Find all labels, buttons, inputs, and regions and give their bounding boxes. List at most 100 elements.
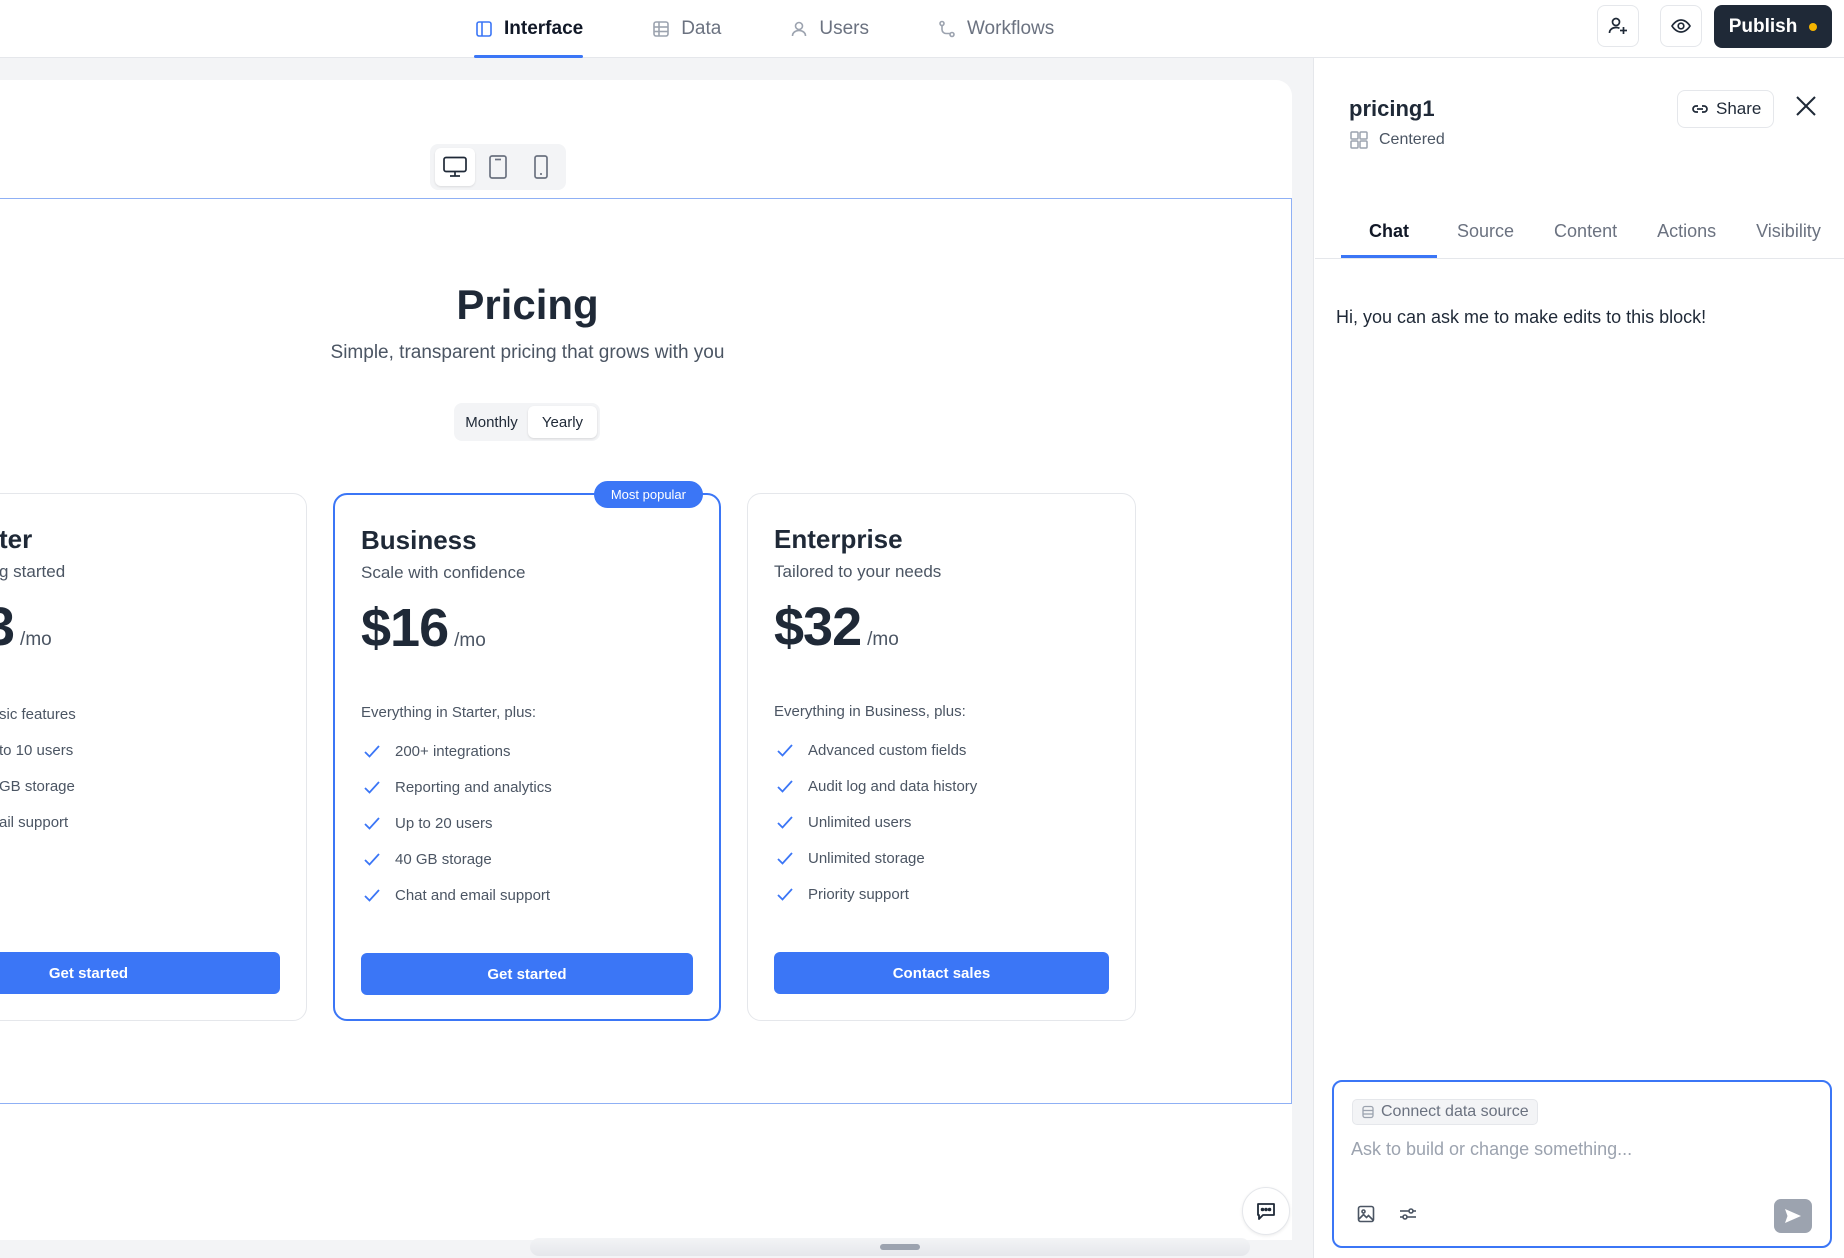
tab-workflows[interactable]: Workflows bbox=[925, 0, 1066, 58]
close-panel-button[interactable] bbox=[1788, 88, 1824, 124]
feature-text: GB storage bbox=[0, 777, 75, 795]
connect-data-source-chip[interactable]: Connect data source bbox=[1352, 1099, 1538, 1125]
pricing-title: Pricing bbox=[456, 281, 599, 328]
feature-text: Audit log and data history bbox=[808, 777, 978, 795]
check-icon bbox=[364, 817, 380, 830]
pricing-block[interactable]: Pricing Simple, transparent pricing that… bbox=[0, 198, 1292, 1104]
price-unit: /mo bbox=[867, 629, 899, 650]
share-label: Share bbox=[1716, 99, 1762, 118]
source-chip-label: Connect data source bbox=[1381, 1103, 1529, 1120]
database-icon bbox=[1362, 1105, 1374, 1119]
features-intro: Everything in Business, plus: bbox=[774, 703, 966, 720]
feature-item: sic features bbox=[0, 696, 76, 732]
feature-text: 200+ integrations bbox=[395, 742, 511, 760]
user-icon bbox=[792, 21, 807, 37]
share-button[interactable]: Share bbox=[1677, 90, 1775, 128]
feature-text: to 10 users bbox=[0, 741, 74, 759]
feature-item: ail support bbox=[0, 804, 76, 840]
layout-panel-icon bbox=[476, 21, 492, 37]
get-started-button[interactable]: Get started bbox=[361, 953, 693, 995]
desktop-icon bbox=[443, 156, 468, 177]
billing-toggle: Monthly Yearly bbox=[454, 403, 600, 441]
panel-tabs: Chat Source Content Actions Visibility bbox=[1341, 204, 1841, 258]
scrollbar-handle[interactable] bbox=[880, 1244, 920, 1250]
publish-label: Publish bbox=[1728, 15, 1798, 37]
price-amount: $16 bbox=[361, 598, 449, 658]
feature-text: 40 GB storage bbox=[395, 850, 492, 868]
send-button[interactable] bbox=[1774, 1199, 1812, 1233]
plan-name: Enterprise bbox=[774, 524, 903, 554]
plan-tagline: Scale with confidence bbox=[361, 563, 526, 582]
feature-list: sic features to 10 users GB storage ail … bbox=[0, 696, 76, 840]
billing-monthly-option[interactable]: Monthly bbox=[457, 406, 526, 438]
price-unit: /mo bbox=[454, 630, 486, 651]
price-amount: 3 bbox=[0, 596, 15, 658]
attach-image-button[interactable] bbox=[1352, 1200, 1380, 1228]
feature-item: 200+ integrations bbox=[361, 733, 552, 769]
tab-content[interactable]: Content bbox=[1534, 204, 1637, 258]
contact-sales-button[interactable]: Contact sales bbox=[774, 952, 1109, 994]
feature-item: Up to 20 users bbox=[361, 805, 552, 841]
tab-actions[interactable]: Actions bbox=[1637, 204, 1736, 258]
chat-toggle-button[interactable] bbox=[1242, 1187, 1290, 1235]
check-icon bbox=[777, 852, 793, 865]
tab-label: Workflows bbox=[966, 18, 1055, 39]
tab-data[interactable]: Data bbox=[639, 0, 733, 58]
publish-button[interactable]: Publish bbox=[1714, 5, 1832, 48]
plan-price: 3 /mo bbox=[0, 596, 52, 658]
feature-item: Unlimited storage bbox=[774, 840, 977, 876]
billing-yearly-option[interactable]: Yearly bbox=[528, 406, 597, 438]
tab-label: Users bbox=[819, 18, 869, 39]
tablet-view-button[interactable] bbox=[478, 148, 518, 186]
feature-list: 200+ integrations Reporting and analytic… bbox=[361, 733, 552, 913]
mobile-view-button[interactable] bbox=[521, 148, 561, 186]
check-icon bbox=[777, 744, 793, 757]
invite-user-button[interactable] bbox=[1597, 5, 1639, 47]
block-inspector-panel: pricing1 Centered Share Chat Source Cont… bbox=[1315, 58, 1844, 1258]
features-intro: Everything in Starter, plus: bbox=[361, 704, 537, 721]
check-icon bbox=[777, 888, 793, 901]
editor-canvas: Pricing Simple, transparent pricing that… bbox=[0, 58, 1314, 1258]
top-bar: Interface Data Users Workflows Publish bbox=[0, 0, 1844, 58]
block-layout: Centered bbox=[1349, 130, 1445, 150]
plan-card-business: Most popular Business Scale with confide… bbox=[333, 481, 721, 1021]
tab-chat[interactable]: Chat bbox=[1341, 204, 1437, 258]
feature-item: GB storage bbox=[0, 768, 76, 804]
tab-interface[interactable]: Interface bbox=[462, 0, 595, 58]
chat-bubble-icon bbox=[1257, 1203, 1275, 1220]
workflow-icon bbox=[939, 20, 955, 38]
feature-item: Unlimited users bbox=[774, 804, 977, 840]
plan-tagline: g started bbox=[0, 562, 66, 581]
chat-settings-button[interactable] bbox=[1394, 1200, 1422, 1228]
get-started-button[interactable]: Get started bbox=[0, 952, 280, 994]
user-plus-icon bbox=[1608, 17, 1627, 34]
feature-text: Unlimited users bbox=[808, 813, 912, 831]
tab-source[interactable]: Source bbox=[1437, 204, 1534, 258]
most-popular-badge: Most popular bbox=[593, 481, 703, 508]
feature-item: Audit log and data history bbox=[774, 768, 977, 804]
check-icon bbox=[364, 745, 380, 758]
feature-item: Priority support bbox=[774, 876, 977, 912]
sliders-icon bbox=[1400, 1208, 1416, 1220]
layout-label: Centered bbox=[1379, 131, 1445, 148]
plan-price: $32 /mo bbox=[774, 596, 899, 658]
check-icon bbox=[364, 889, 380, 902]
feature-text: Reporting and analytics bbox=[395, 778, 552, 796]
grid-icon bbox=[1350, 131, 1368, 149]
plan-name: ter bbox=[0, 524, 33, 554]
unpublished-status-dot bbox=[1809, 22, 1818, 31]
tab-visibility[interactable]: Visibility bbox=[1736, 204, 1841, 258]
tab-users[interactable]: Users bbox=[777, 0, 881, 58]
preview-button[interactable] bbox=[1660, 5, 1702, 47]
chat-input[interactable] bbox=[1351, 1134, 1811, 1164]
block-name: pricing1 bbox=[1349, 96, 1435, 121]
send-icon bbox=[1785, 1209, 1801, 1223]
plan-price: $16 /mo bbox=[361, 597, 486, 659]
desktop-view-button[interactable] bbox=[435, 148, 476, 186]
check-icon bbox=[777, 816, 793, 829]
feature-text: Chat and email support bbox=[395, 886, 551, 904]
device-switcher bbox=[430, 144, 566, 190]
feature-list: Advanced custom fields Audit log and dat… bbox=[774, 732, 977, 912]
plan-name: Business bbox=[361, 525, 477, 555]
feature-item: 40 GB storage bbox=[361, 841, 552, 877]
